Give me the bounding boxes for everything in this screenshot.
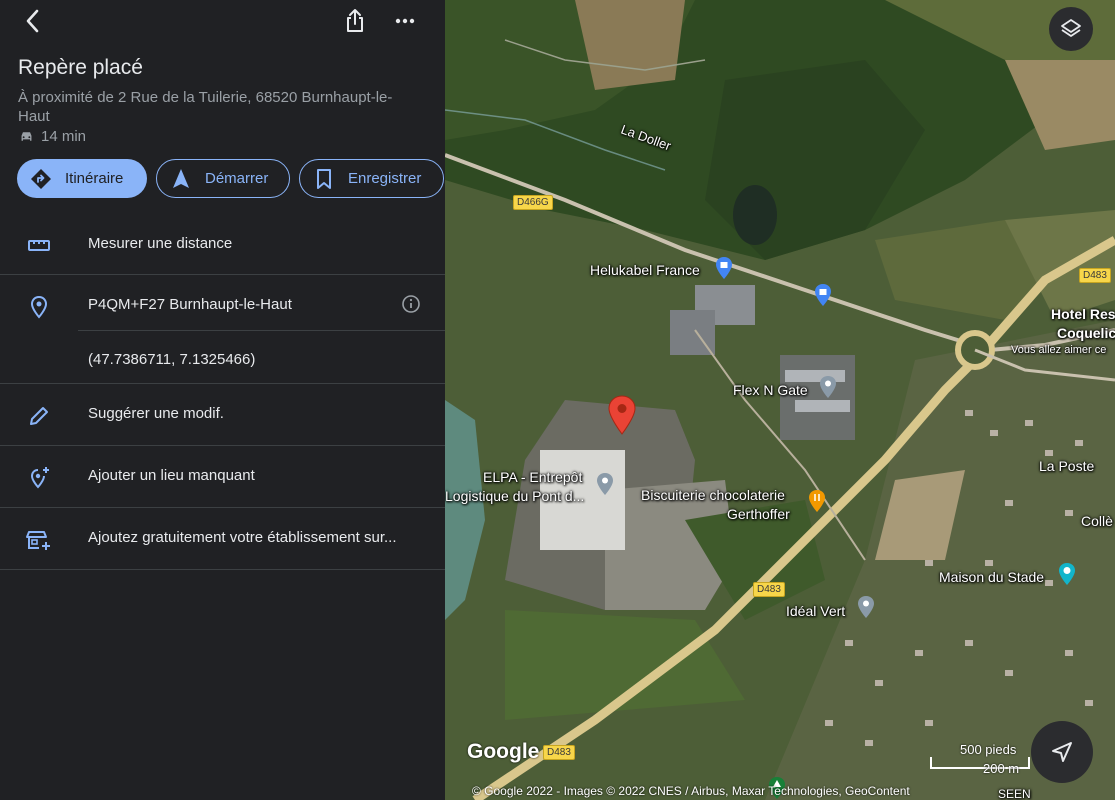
directions-label: Itinéraire: [65, 170, 124, 187]
panel-toolbar: [0, 0, 445, 44]
map-label-ideal-vert[interactable]: Idéal Vert: [786, 603, 845, 619]
add-location-icon: [26, 465, 52, 491]
google-logo: Google: [467, 740, 540, 763]
place-pin-icon[interactable]: [818, 375, 838, 399]
place-pin-icon[interactable]: [856, 595, 876, 619]
my-location-button[interactable]: [1031, 721, 1093, 783]
save-button[interactable]: Enregistrer: [299, 159, 444, 198]
more-horizontal-icon: [395, 18, 415, 24]
directions-icon: [31, 168, 51, 189]
restaurant-pin-icon[interactable]: [807, 489, 827, 513]
list-item-coordinates[interactable]: (47.7386711, 7.1325466): [0, 330, 445, 384]
add-business-icon: [26, 527, 52, 553]
map-label-flex[interactable]: Flex N Gate: [733, 382, 808, 398]
info-icon: [402, 295, 420, 313]
share-button[interactable]: [340, 6, 370, 36]
bookmark-icon: [317, 168, 331, 189]
start-label: Démarrer: [205, 170, 269, 187]
map-label-seen[interactable]: SEEN: [998, 787, 1031, 800]
location-pin-icon: [26, 294, 52, 320]
map-label-hotel[interactable]: Hotel Res: [1051, 306, 1115, 322]
map-label-biscuiterie-line1[interactable]: Biscuiterie chocolaterie: [641, 487, 785, 503]
share-icon: [347, 9, 363, 32]
road-tag-d483: D483: [1079, 268, 1111, 283]
back-button[interactable]: [18, 6, 48, 36]
scale-feet-label: 500 pieds: [960, 742, 1017, 757]
place-panel: Repère placé À proximité de 2 Rue de la …: [0, 0, 445, 800]
start-button[interactable]: Démarrer: [156, 159, 290, 198]
map-layers-button[interactable]: [1049, 7, 1093, 51]
layers-icon: [1061, 19, 1081, 37]
map-label-coquelico-sub: Vous allez aimer ce: [1011, 344, 1107, 356]
chevron-left-icon: [26, 9, 39, 33]
add-place-label: Ajouter un lieu manquant: [88, 467, 255, 484]
list-item-add-place[interactable]: Ajouter un lieu manquant: [0, 446, 445, 508]
map-label-elpa-line1[interactable]: ELPA - Entrepôt: [483, 469, 582, 485]
sports-pin-icon[interactable]: [1057, 562, 1077, 586]
map-label-maison-stade[interactable]: Maison du Stade: [939, 569, 1044, 585]
suggest-edit-label: Suggérer une modif.: [88, 405, 224, 422]
map-label-elpa-line2[interactable]: Logistique du Pont d...: [445, 488, 584, 504]
shopping-pin-icon[interactable]: [714, 256, 734, 280]
navigation-arrow-icon: [173, 168, 189, 188]
pluscode-info-button[interactable]: [400, 293, 422, 315]
dropped-pin-icon[interactable]: [607, 395, 637, 435]
coordinates-label: (47.7386711, 7.1325466): [88, 351, 256, 368]
car-icon: [21, 132, 32, 141]
list-item-add-business[interactable]: Ajoutez gratuitement votre établissement…: [0, 508, 445, 570]
scale-meters-label: 200 m: [983, 761, 1020, 776]
list-item-suggest-edit[interactable]: Suggérer une modif.: [0, 384, 445, 446]
directions-button[interactable]: Itinéraire: [17, 159, 147, 198]
add-business-label: Ajoutez gratuitement votre établissement…: [88, 529, 397, 546]
pencil-icon: [26, 403, 52, 429]
list-item-measure-distance[interactable]: Mesurer une distance: [0, 214, 445, 275]
list-item-pluscode[interactable]: P4QM+F27 Burnhaupt-le-Haut: [0, 275, 445, 331]
map-label-biscuiterie-line2[interactable]: Gerthoffer: [727, 506, 790, 522]
satellite-map[interactable]: La Doller Helukabel France Hotel Res Coq…: [445, 0, 1115, 800]
road-tag-d483: D483: [753, 582, 785, 597]
location-arrow-icon: [1052, 742, 1072, 762]
action-buttons: Itinéraire Démarrer Enregistrer: [17, 159, 453, 198]
place-title: Repère placé: [18, 56, 143, 79]
satellite-imagery: [445, 0, 1115, 800]
map-label-coquelico[interactable]: Coquelico: [1057, 325, 1115, 341]
ruler-icon: [26, 233, 52, 259]
road-tag-d483: D483: [543, 745, 575, 760]
more-options-button[interactable]: [390, 6, 420, 36]
pluscode-label: P4QM+F27 Burnhaupt-le-Haut: [88, 296, 292, 313]
save-label: Enregistrer: [348, 170, 422, 187]
map-label-college[interactable]: Collè: [1081, 513, 1113, 529]
place-pin-icon[interactable]: [595, 472, 615, 496]
road-tag-d466g: D466G: [513, 195, 553, 210]
duration-text: 14 min: [41, 128, 87, 145]
shopping-pin-icon[interactable]: [813, 283, 833, 307]
map-label-laposte[interactable]: La Poste: [1039, 458, 1094, 474]
travel-duration: 14 min: [18, 128, 86, 145]
place-address: À proximité de 2 Rue de la Tuilerie, 685…: [18, 89, 393, 125]
place-options-list: Mesurer une distance P4QM+F27 Burnhaupt-…: [0, 214, 445, 570]
map-label-helukabel[interactable]: Helukabel France: [590, 262, 700, 278]
map-copyright: © Google 2022 - Images © 2022 CNES / Air…: [472, 784, 910, 798]
measure-distance-label: Mesurer une distance: [88, 235, 233, 252]
